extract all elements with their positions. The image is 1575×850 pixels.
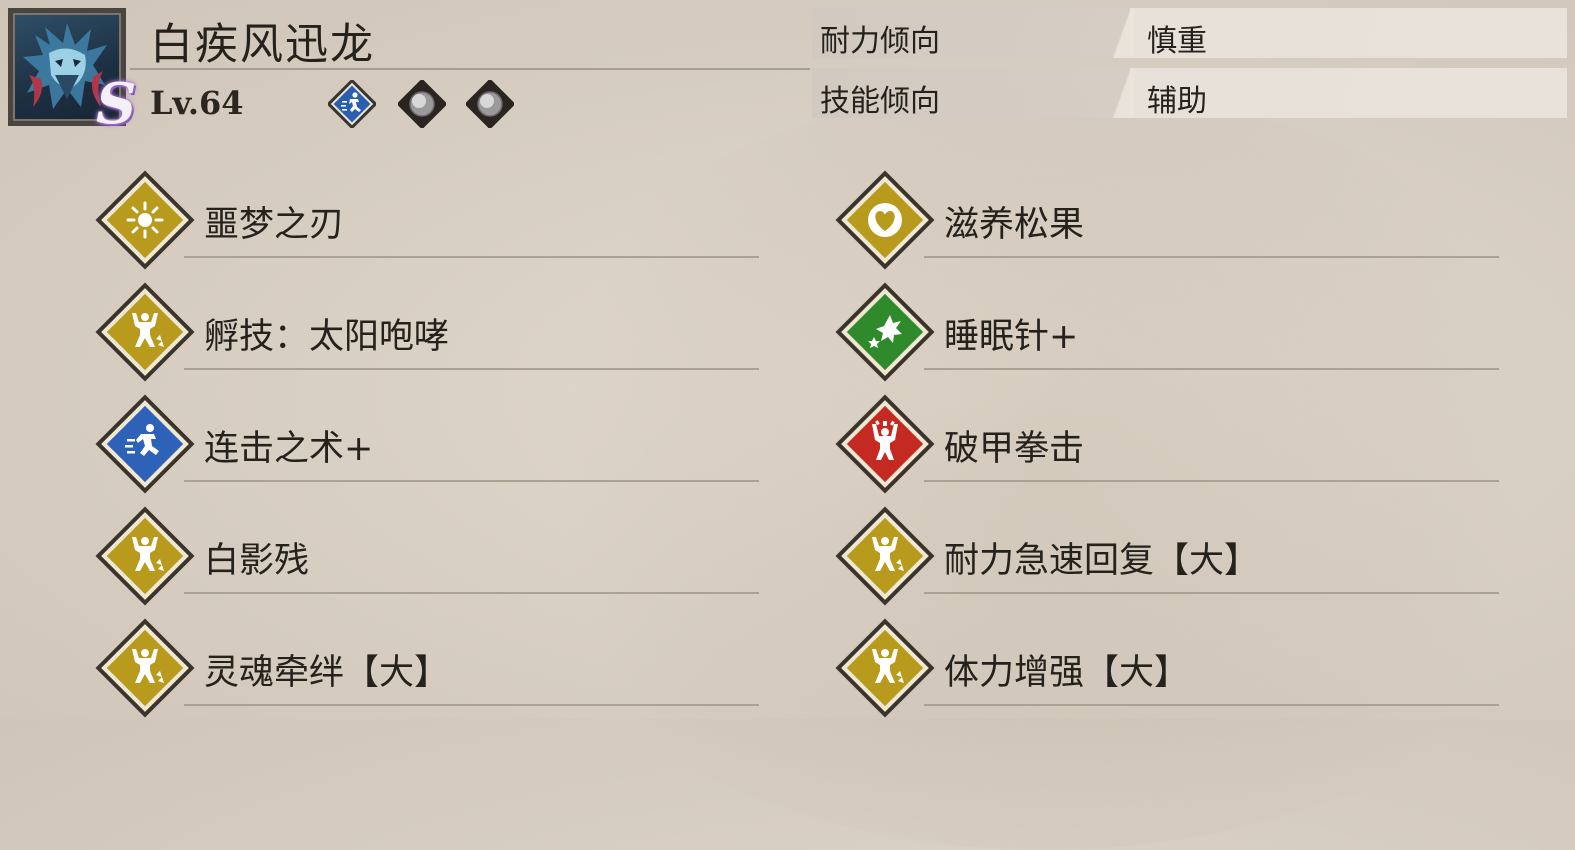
skill-row[interactable]: 体力增强【大】 [832,612,1532,724]
skill-label: 体力增强【大】 [944,653,1190,693]
skill-label: 耐力急速回复【大】 [944,541,1260,581]
skill-label: 噩梦之刃 [204,205,345,245]
speed-icon [95,394,195,494]
empty-slot-icon [396,78,448,130]
stamina-tendency-row: 耐力倾向 慎重 [812,8,1567,59]
strength-icon [95,506,195,606]
sparkle-icon [835,282,935,382]
skill-tendency-row: 技能倾向 辅助 [812,68,1567,119]
skill-tendency-label: 技能倾向 [820,84,940,119]
gene-slot-1[interactable] [326,78,378,130]
skill-label: 破甲拳击 [944,429,1085,469]
gene-slot-2[interactable] [396,78,448,130]
skill-row[interactable]: 连击之术+ [92,388,792,500]
skill-label: 连击之术+ [204,429,374,469]
divider [130,68,810,70]
skill-row[interactable]: 睡眠针+ [832,276,1532,388]
skill-row[interactable]: 孵技：太阳咆哮 [92,276,792,388]
rank-badge: S [96,71,137,137]
skill-label: 滋养松果 [944,205,1085,245]
strength-icon [95,618,195,718]
gene-slot-3[interactable] [464,78,516,130]
heart-icon [835,170,935,270]
skill-label: 睡眠针+ [944,317,1079,357]
stamina-tendency-label: 耐力倾向 [820,24,940,59]
monster-name: 白疾风迅龙 [150,20,375,70]
strength-icon [95,282,195,382]
skill-label: 灵魂牵绊【大】 [204,653,450,693]
skill-tendency-value: 辅助 [1147,84,1207,119]
skill-row[interactable]: 破甲拳击 [832,388,1532,500]
skill-row[interactable]: 灵魂牵绊【大】 [92,612,792,724]
strength-icon [835,618,935,718]
burst-icon [95,170,195,270]
stamina-tendency-value: 慎重 [1147,24,1207,59]
skill-row[interactable]: 滋养松果 [832,164,1532,276]
skill-label: 孵技：太阳咆哮 [204,317,450,357]
skill-label: 白影残 [204,541,310,581]
power-icon [835,394,935,494]
monster-level: Lv.64 [150,84,244,122]
skill-row[interactable]: 白影残 [92,500,792,612]
strength-icon [835,506,935,606]
skill-row[interactable]: 噩梦之刃 [92,164,792,276]
skill-row[interactable]: 耐力急速回复【大】 [832,500,1532,612]
empty-slot-icon [464,78,516,130]
